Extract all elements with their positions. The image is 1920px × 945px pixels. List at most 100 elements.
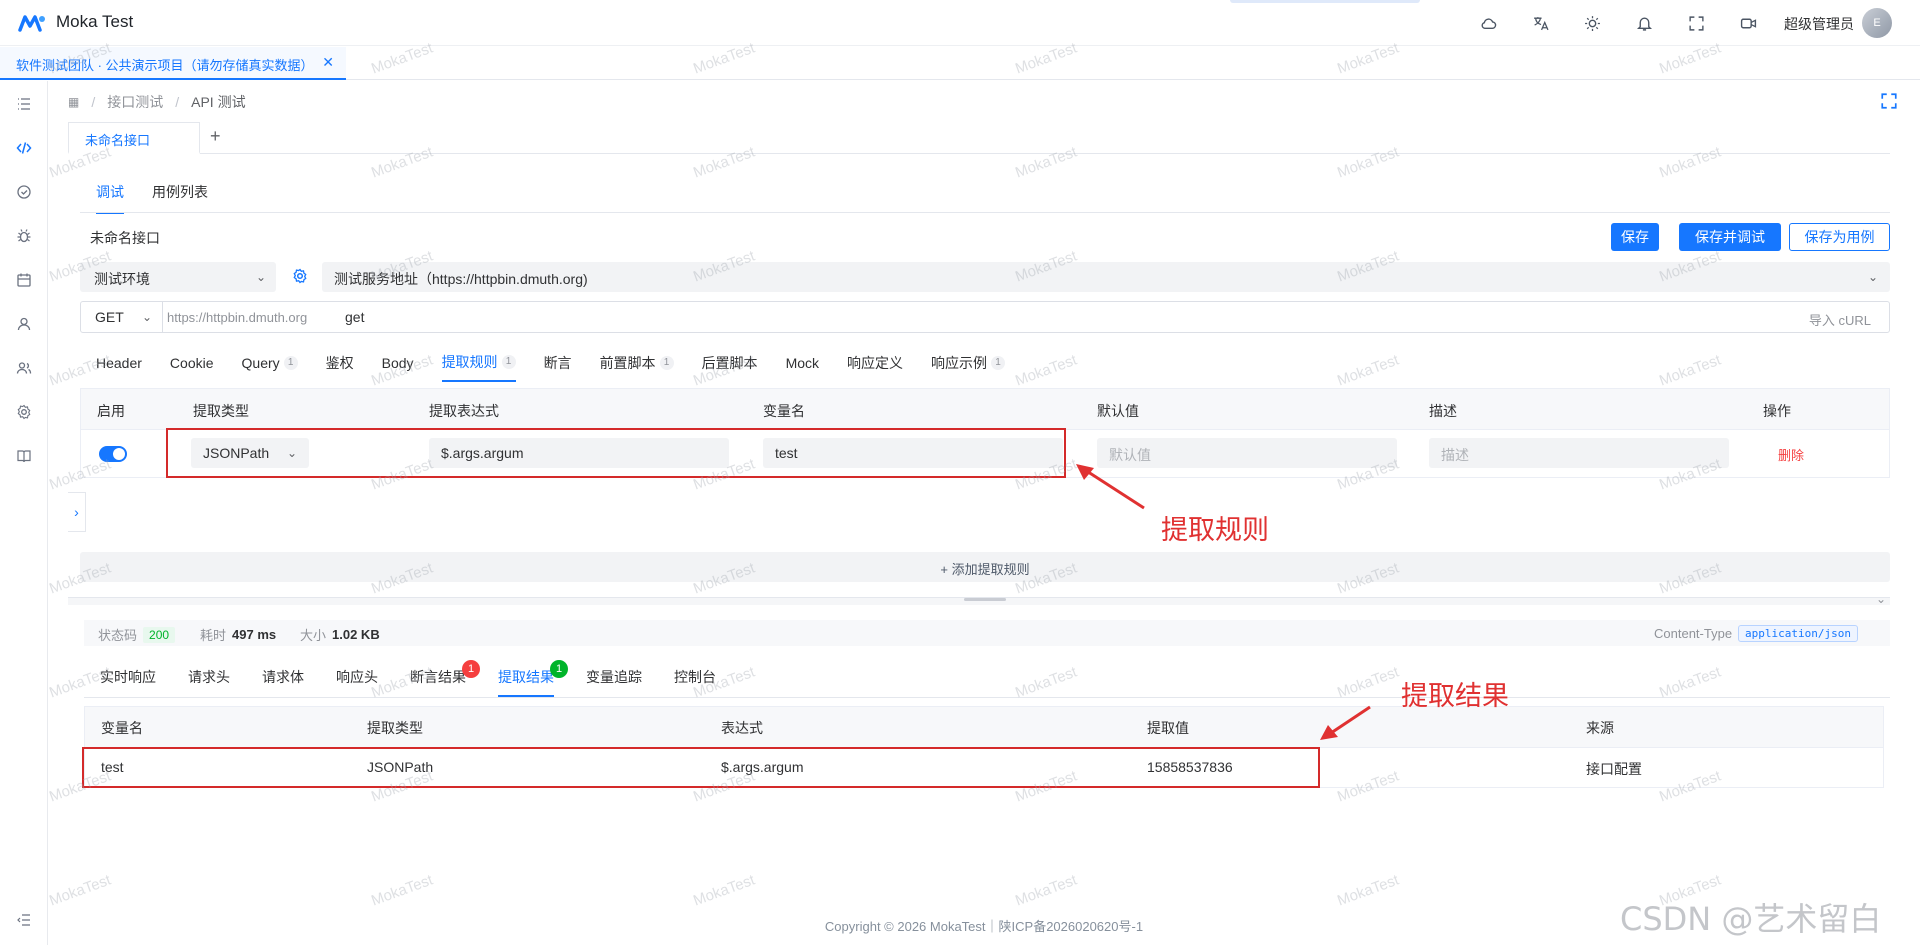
size-value: 1.02 KB xyxy=(332,627,380,642)
response-tab[interactable]: 请求体 xyxy=(262,667,304,697)
content-type-label: Content-Type xyxy=(1654,626,1733,641)
user-name[interactable]: 超级管理员 xyxy=(1784,14,1854,34)
method-select[interactable]: GET ⌄ xyxy=(81,302,163,332)
cloud-icon[interactable] xyxy=(1478,13,1498,33)
rules-highlight-box xyxy=(166,428,1066,478)
request-tab[interactable]: 响应定义 xyxy=(847,352,903,382)
response-tab-label: 控制台 xyxy=(674,669,716,685)
response-tab[interactable]: 变量追踪 xyxy=(586,667,642,697)
close-icon[interactable]: ✕ xyxy=(322,54,334,71)
path-input[interactable]: get xyxy=(345,309,364,325)
code-icon[interactable] xyxy=(14,138,34,158)
add-tab-button[interactable]: + xyxy=(210,126,221,147)
debug-subtabs: 调试 用例列表 xyxy=(96,182,208,214)
header-source: 来源 xyxy=(1586,720,1614,736)
divider xyxy=(80,212,1890,213)
request-tab-label: Body xyxy=(381,355,414,371)
tab-case-list[interactable]: 用例列表 xyxy=(152,182,208,214)
request-tab[interactable]: Body xyxy=(382,352,414,382)
tab-debug[interactable]: 调试 xyxy=(96,182,124,214)
request-tab[interactable]: 响应示例 1 xyxy=(931,352,1006,382)
theme-sun-icon[interactable] xyxy=(1582,13,1602,33)
bell-icon[interactable] xyxy=(1634,13,1654,33)
status-label: 状态码 xyxy=(98,628,138,643)
breadcrumb-item[interactable]: 接口测试 xyxy=(107,92,163,112)
delete-button[interactable]: 删除 xyxy=(1778,445,1804,464)
response-tab[interactable]: 请求头 xyxy=(188,667,230,697)
breadcrumb-current: API 测试 xyxy=(191,94,246,110)
notification-badge: 1 xyxy=(462,660,480,678)
description-input[interactable]: 描述 xyxy=(1429,438,1729,468)
environment-value: 测试环境 xyxy=(94,271,150,287)
request-tab[interactable]: Header xyxy=(96,352,142,382)
watermark-text: MokaTest xyxy=(1335,663,1402,702)
translate-icon[interactable] xyxy=(1530,13,1550,33)
response-tab[interactable]: 控制台 xyxy=(674,667,716,697)
status-code: 状态码 200 xyxy=(98,625,176,644)
response-tab-label: 变量追踪 xyxy=(586,669,642,685)
request-tab[interactable]: 鉴权 xyxy=(326,352,354,382)
request-tab[interactable]: Cookie xyxy=(170,352,214,382)
response-tab[interactable]: 实时响应 xyxy=(100,667,156,697)
api-name[interactable]: 未命名接口 xyxy=(90,228,160,248)
watermark-text: MokaTest xyxy=(1013,871,1080,910)
splitter-grip[interactable] xyxy=(964,598,1006,601)
header-type: 提取类型 xyxy=(193,403,249,419)
bug-icon[interactable] xyxy=(14,226,34,246)
api-tab[interactable]: 未命名接口 xyxy=(68,122,200,154)
response-tabs: 实时响应 请求头 请求体 响应头 断言结果 1 提取结果 1 变量追踪 控制台 xyxy=(100,660,748,697)
environment-select[interactable]: 测试环境 ⌄ xyxy=(80,262,276,292)
calendar-settings-icon[interactable] xyxy=(14,270,34,290)
content-type-badge: application/json xyxy=(1738,625,1859,642)
content-type: Content-Type application/json xyxy=(1654,625,1859,642)
response-tab-label: 实时响应 xyxy=(100,669,156,685)
grid-icon[interactable]: ▦ xyxy=(68,95,79,109)
video-icon[interactable] xyxy=(1738,13,1758,33)
book-icon[interactable] xyxy=(14,446,34,466)
request-tab-label: Query xyxy=(241,355,280,371)
watermark-text: MokaTest xyxy=(1335,871,1402,910)
request-tab[interactable]: 断言 xyxy=(544,352,572,382)
request-tab[interactable]: 提取规则 1 xyxy=(441,352,516,382)
request-tab[interactable]: Mock xyxy=(786,352,819,382)
header-operation: 操作 xyxy=(1763,403,1791,419)
import-curl-button[interactable]: 导入 cURL xyxy=(1809,310,1871,329)
response-tab[interactable]: 提取结果 1 xyxy=(498,660,568,697)
request-tab[interactable]: Query 1 xyxy=(242,352,298,382)
response-tab[interactable]: 响应头 xyxy=(336,667,378,697)
response-size: 大小 1.02 KB xyxy=(300,625,380,644)
request-tab-label: 鉴权 xyxy=(325,355,354,371)
list-icon[interactable] xyxy=(14,94,34,114)
request-tab[interactable]: 前置脚本 1 xyxy=(600,352,674,382)
response-tab-label: 响应头 xyxy=(336,669,378,685)
check-circle-icon[interactable] xyxy=(14,182,34,202)
avatar[interactable]: E xyxy=(1862,8,1892,38)
chevron-down-icon[interactable]: ⌄ xyxy=(1876,592,1886,606)
save-button[interactable]: 保存 xyxy=(1611,223,1659,251)
project-tab[interactable]: 软件测试团队 · 公共演示项目（请勿存储真实数据） ✕ xyxy=(0,47,346,80)
watermark-text: MokaTest xyxy=(1335,351,1402,390)
add-rule-button[interactable]: + 添加提取规则 xyxy=(80,552,1890,582)
request-tab[interactable]: 后置脚本 xyxy=(702,352,758,382)
fullscreen-icon[interactable] xyxy=(1686,13,1706,33)
expand-icon[interactable] xyxy=(1880,92,1898,110)
gear-icon[interactable] xyxy=(14,402,34,422)
save-as-case-button[interactable]: 保存为用例 xyxy=(1789,223,1890,251)
response-tab[interactable]: 断言结果 1 xyxy=(410,660,480,697)
divider xyxy=(84,697,1890,698)
request-tab-label: 响应示例 xyxy=(931,355,988,371)
environment-settings-icon[interactable] xyxy=(292,268,308,284)
header-value: 提取值 xyxy=(1147,720,1189,736)
time-label: 耗时 xyxy=(200,628,227,643)
chevron-right-icon[interactable]: › xyxy=(68,492,86,532)
save-and-debug-button[interactable]: 保存并调试 xyxy=(1679,223,1781,251)
header-expression: 表达式 xyxy=(721,720,763,736)
team-icon[interactable] xyxy=(14,358,34,378)
server-value: 测试服务地址（https://httpbin.dmuth.org) xyxy=(334,271,588,287)
request-tab-label: 后置脚本 xyxy=(701,355,758,371)
watermark-text: MokaTest xyxy=(691,871,758,910)
user-icon[interactable] xyxy=(14,314,34,334)
enable-toggle[interactable] xyxy=(99,446,127,462)
server-select[interactable]: 测试服务地址（https://httpbin.dmuth.org) ⌄ xyxy=(322,262,1890,292)
search-hint xyxy=(1230,0,1420,3)
